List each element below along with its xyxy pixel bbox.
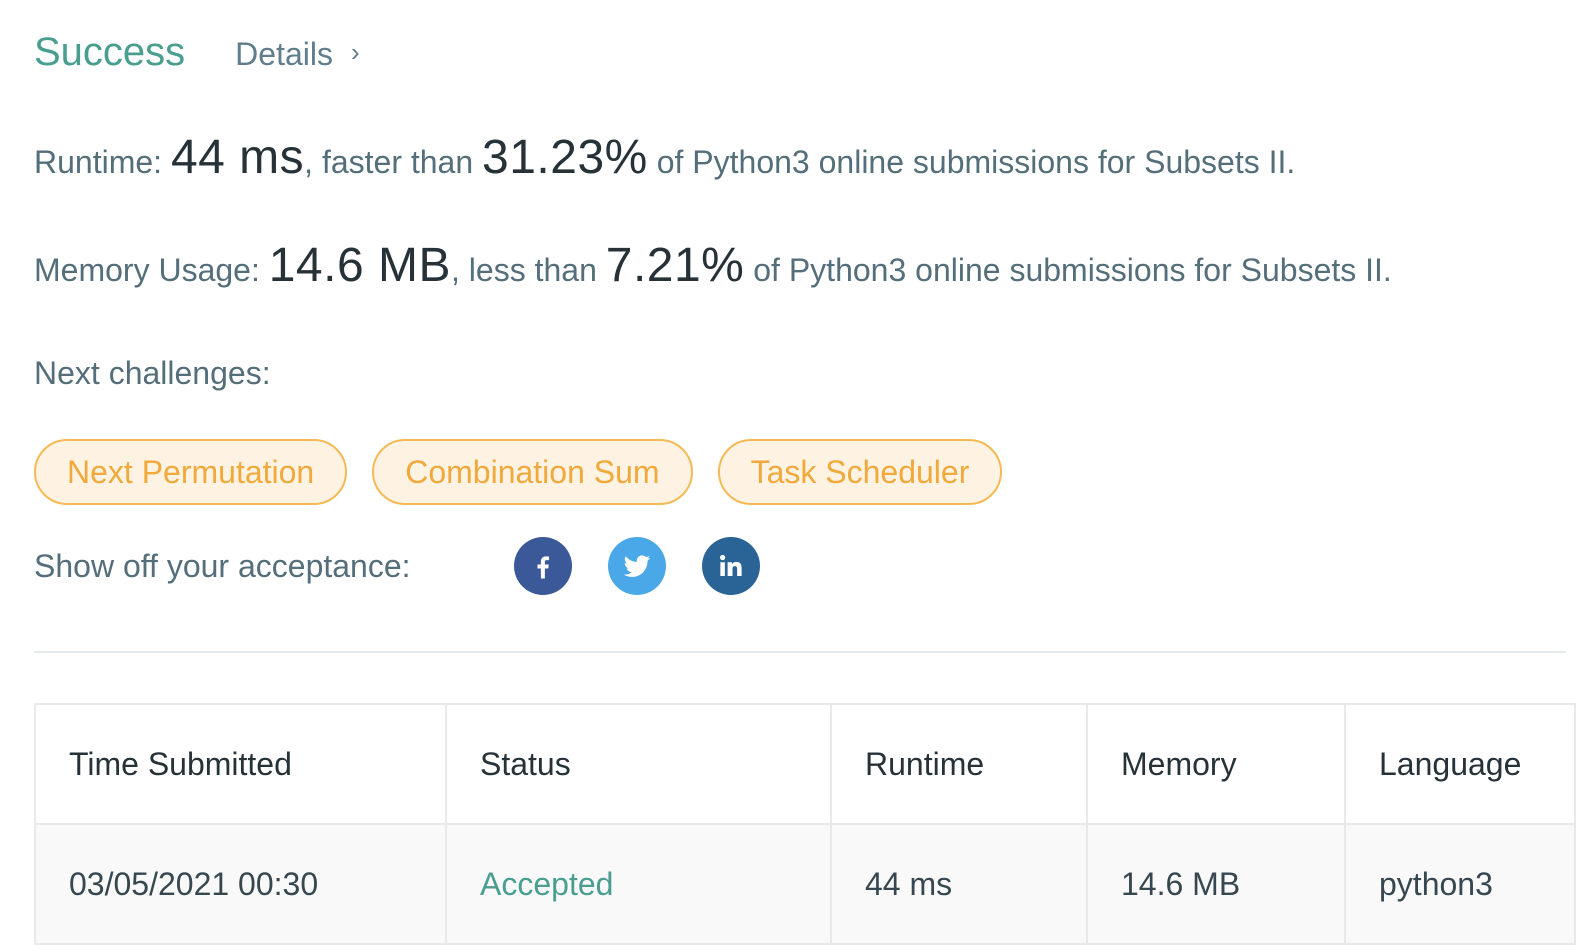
next-challenges-list: Next Permutation Combination Sum Task Sc… bbox=[34, 439, 1027, 505]
cell-runtime: 44 ms bbox=[830, 823, 1088, 945]
linkedin-share-button[interactable] bbox=[702, 537, 760, 595]
challenge-chip-next-permutation[interactable]: Next Permutation bbox=[34, 439, 348, 505]
column-header-time-submitted[interactable]: Time Submitted bbox=[34, 703, 447, 825]
runtime-percent: 31.23% bbox=[482, 131, 648, 184]
cell-status[interactable]: Accepted bbox=[445, 823, 832, 945]
column-header-status[interactable]: Status bbox=[445, 703, 832, 825]
facebook-share-button[interactable] bbox=[514, 537, 572, 595]
runtime-comparison: , faster than bbox=[304, 144, 474, 180]
submission-result-page: Success Details › Runtime: 44 ms, faster… bbox=[0, 0, 1586, 952]
twitter-icon[interactable] bbox=[621, 550, 653, 582]
share-label: Show off your acceptance: bbox=[34, 547, 411, 584]
column-header-memory[interactable]: Memory bbox=[1086, 703, 1346, 825]
submissions-table: Time Submitted Status Runtime Memory Lan… bbox=[34, 703, 1576, 945]
linkedin-icon[interactable] bbox=[716, 551, 746, 581]
details-label[interactable]: Details bbox=[235, 36, 333, 73]
column-header-language[interactable]: Language bbox=[1344, 703, 1576, 825]
cell-memory: 14.6 MB bbox=[1086, 823, 1346, 945]
share-row: Show off your acceptance: bbox=[34, 537, 796, 595]
runtime-suffix: of Python3 online submissions for Subset… bbox=[656, 144, 1296, 180]
memory-suffix: of Python3 online submissions for Subset… bbox=[753, 252, 1392, 288]
memory-stat: Memory Usage: 14.6 MB, less than 7.21% o… bbox=[34, 238, 1392, 293]
facebook-icon[interactable] bbox=[528, 551, 558, 581]
section-divider bbox=[34, 651, 1566, 653]
runtime-stat: Runtime: 44 ms, faster than 31.23% of Py… bbox=[34, 130, 1295, 185]
runtime-label: Runtime: bbox=[34, 144, 163, 180]
details-link[interactable]: Details › bbox=[235, 36, 359, 73]
column-header-runtime[interactable]: Runtime bbox=[830, 703, 1088, 825]
status-title: Success bbox=[34, 30, 186, 74]
cell-time-submitted: 03/05/2021 00:30 bbox=[34, 823, 447, 945]
next-challenges-label: Next challenges: bbox=[34, 355, 271, 391]
runtime-value: 44 ms bbox=[170, 131, 305, 184]
table-header-row: Time Submitted Status Runtime Memory Lan… bbox=[34, 703, 1576, 825]
memory-comparison: , less than bbox=[451, 252, 597, 288]
memory-value: 14.6 MB bbox=[268, 239, 451, 292]
challenge-chip-task-scheduler[interactable]: Task Scheduler bbox=[717, 439, 1003, 505]
cell-language: python3 bbox=[1344, 823, 1576, 945]
chevron-right-icon[interactable]: › bbox=[351, 37, 360, 68]
submissions-table-wrapper: Time Submitted Status Runtime Memory Lan… bbox=[34, 703, 1576, 945]
table-row[interactable]: 03/05/2021 00:30 Accepted 44 ms 14.6 MB … bbox=[34, 823, 1576, 945]
challenge-chip-combination-sum[interactable]: Combination Sum bbox=[372, 439, 693, 505]
memory-percent: 7.21% bbox=[605, 239, 745, 292]
result-header: Success Details › bbox=[34, 30, 360, 75]
memory-label: Memory Usage: bbox=[34, 252, 260, 288]
twitter-share-button[interactable] bbox=[608, 537, 666, 595]
